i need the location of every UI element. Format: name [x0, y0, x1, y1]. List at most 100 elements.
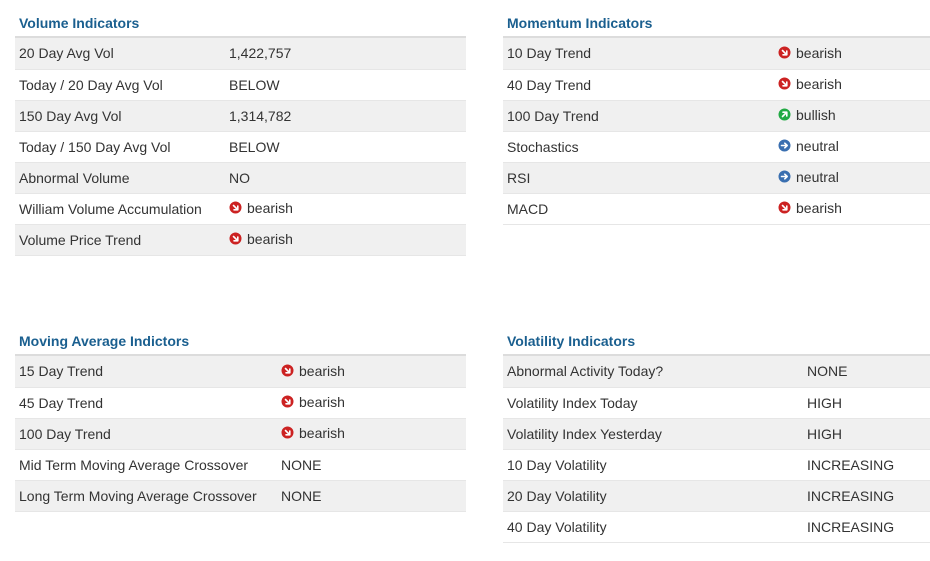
table-row: Today / 150 Day Avg Vol BELOW	[15, 131, 466, 163]
indicator-value-content: bearish	[778, 45, 842, 61]
indicator-label: 45 Day Trend	[15, 387, 277, 419]
indicator-value-text: bearish	[247, 230, 293, 247]
bearish-arrow-icon	[281, 364, 294, 377]
indicator-table: 15 Day Trend bearish 45 Day Trend bearish 10…	[15, 356, 466, 512]
momentum-indicators-panel: Momentum Indicators 10 Day Trend bearish 4…	[503, 10, 930, 225]
indicator-value-content: 1,314,782	[229, 108, 291, 124]
indicator-label: 20 Day Volatility	[503, 480, 803, 512]
indicator-value-text: bearish	[299, 424, 345, 441]
panel-title: Moving Average Indictors	[15, 328, 466, 356]
indicator-value-content: HIGH	[807, 426, 842, 442]
indicator-value-text: bearish	[299, 393, 345, 410]
indicator-value: bearish	[774, 193, 930, 225]
indicator-value: NONE	[803, 356, 930, 388]
indicator-label: Mid Term Moving Average Crossover	[15, 449, 277, 481]
indicator-value: bearish	[277, 418, 466, 450]
table-row: 45 Day Trend bearish	[15, 387, 466, 419]
indicator-value: HIGH	[803, 387, 930, 419]
indicator-value-text: bearish	[796, 199, 842, 216]
table-row: 40 Day Volatility INCREASING	[503, 511, 930, 543]
bullish-arrow-icon	[778, 108, 791, 121]
indicator-value-text: bullish	[796, 106, 836, 123]
indicator-label: William Volume Accumulation	[15, 193, 225, 225]
table-row: Volume Price Trend bearish	[15, 224, 466, 256]
indicator-label: 100 Day Trend	[503, 100, 774, 132]
indicator-value-text: 1,422,757	[229, 45, 292, 62]
bearish-arrow-icon	[778, 201, 791, 214]
indicator-value-content: 1,422,757	[229, 45, 291, 61]
indicator-value-content: INCREASING	[807, 519, 894, 535]
indicator-value: 1,422,757	[225, 38, 466, 70]
indicator-table: 10 Day Trend bearish 40 Day Trend bearish 10…	[503, 38, 930, 225]
indicator-label: Stochastics	[503, 131, 774, 163]
indicator-value-text: bearish	[247, 199, 293, 216]
table-row: Abnormal Volume NO	[15, 162, 466, 194]
indicator-value-content: HIGH	[807, 395, 842, 411]
indicator-value: INCREASING	[803, 449, 930, 481]
indicator-value-content: INCREASING	[807, 457, 894, 473]
indicator-value-text: HIGH	[807, 425, 842, 442]
table-row: 100 Day Trend bearish	[15, 418, 466, 450]
indicator-value-text: neutral	[796, 168, 839, 185]
indicator-value: bearish	[277, 387, 466, 419]
bearish-arrow-icon	[778, 77, 791, 90]
indicator-value-text: NONE	[281, 456, 322, 473]
indicator-value-text: BELOW	[229, 138, 280, 155]
indicator-value: INCREASING	[803, 480, 930, 512]
indicator-label: Today / 150 Day Avg Vol	[15, 131, 225, 163]
indicator-value-text: INCREASING	[807, 487, 895, 504]
indicator-label: 15 Day Trend	[15, 356, 277, 388]
panel-title: Momentum Indicators	[503, 10, 930, 38]
indicator-value: 1,314,782	[225, 100, 466, 132]
indicator-value: bearish	[277, 356, 466, 388]
indicator-value-content: bearish	[778, 200, 842, 216]
table-row: Mid Term Moving Average Crossover NONE	[15, 449, 466, 481]
indicator-value-content: neutral	[778, 169, 839, 185]
indicator-value: HIGH	[803, 418, 930, 450]
table-row: Volatility Index Yesterday HIGH	[503, 418, 930, 450]
indicator-value: NONE	[277, 480, 466, 512]
indicator-value-content: bearish	[229, 231, 293, 247]
indicator-value-content: BELOW	[229, 139, 280, 155]
indicator-label: MACD	[503, 193, 774, 225]
indicator-label: Abnormal Activity Today?	[503, 356, 803, 388]
indicator-value-text: bearish	[796, 44, 842, 61]
indicator-value-text: HIGH	[807, 394, 842, 411]
indicator-value-text: INCREASING	[807, 456, 895, 473]
indicator-value-content: BELOW	[229, 77, 280, 93]
table-row: Stochastics neutral	[503, 131, 930, 163]
indicator-value: bullish	[774, 100, 930, 132]
bearish-arrow-icon	[229, 232, 242, 245]
indicator-value-content: NONE	[807, 363, 847, 379]
indicator-table: Abnormal Activity Today? NONE Volatility I…	[503, 356, 930, 543]
indicator-value-content: NONE	[281, 488, 321, 504]
indicator-value: BELOW	[225, 131, 466, 163]
indicator-value-text: bearish	[299, 362, 345, 379]
indicator-value-content: bearish	[281, 394, 345, 410]
indicator-value-text: NONE	[807, 363, 848, 380]
indicator-value-text: bearish	[796, 75, 842, 92]
indicator-label: 150 Day Avg Vol	[15, 100, 225, 132]
indicator-label: 20 Day Avg Vol	[15, 38, 225, 70]
indicator-label: 10 Day Volatility	[503, 449, 803, 481]
indicator-value-content: INCREASING	[807, 488, 894, 504]
neutral-arrow-icon	[778, 170, 791, 183]
indicator-value: INCREASING	[803, 511, 930, 543]
bearish-arrow-icon	[281, 395, 294, 408]
indicator-value-content: bearish	[778, 76, 842, 92]
table-row: Today / 20 Day Avg Vol BELOW	[15, 69, 466, 101]
table-row: MACD bearish	[503, 193, 930, 225]
table-row: 10 Day Trend bearish	[503, 38, 930, 70]
indicator-label: 10 Day Trend	[503, 38, 774, 70]
table-row: 40 Day Trend bearish	[503, 69, 930, 101]
table-row: Volatility Index Today HIGH	[503, 387, 930, 419]
indicator-value-text: INCREASING	[807, 518, 895, 535]
indicator-value: bearish	[774, 69, 930, 101]
indicator-value: neutral	[774, 131, 930, 163]
indicator-value: bearish	[774, 38, 930, 70]
indicator-value-content: NONE	[281, 457, 321, 473]
indicator-table: 20 Day Avg Vol 1,422,757 Today / 20 Day Av…	[15, 38, 466, 256]
indicator-value-text: neutral	[796, 137, 839, 154]
table-row: 150 Day Avg Vol 1,314,782	[15, 100, 466, 132]
indicator-value-content: neutral	[778, 138, 839, 154]
